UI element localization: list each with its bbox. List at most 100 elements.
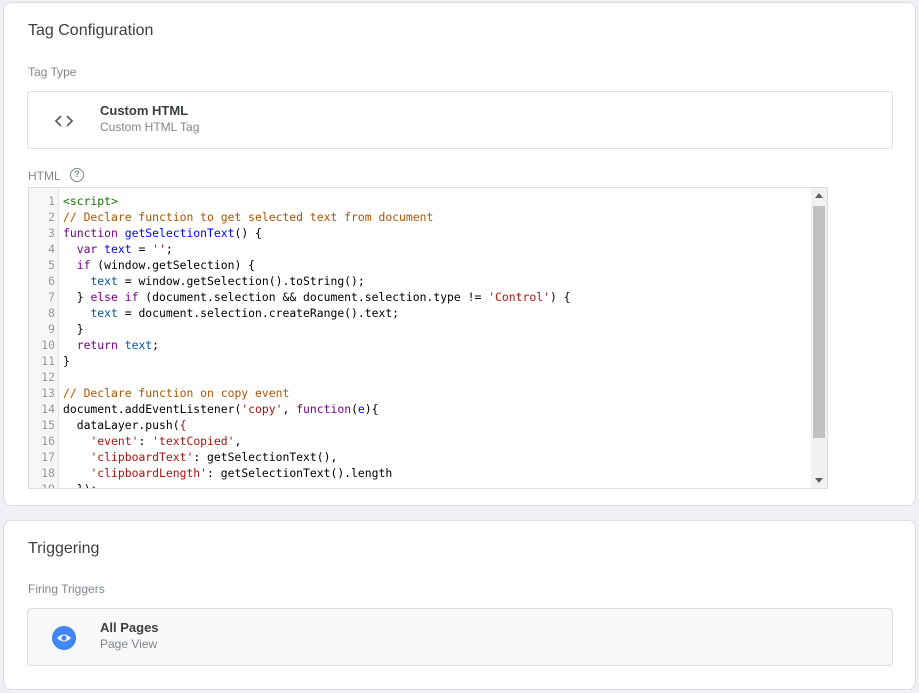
code-token: var <box>76 242 105 256</box>
eye-icon <box>52 626 76 650</box>
scrollbar-thumb[interactable] <box>813 206 825 438</box>
code-token: 'Control' <box>488 290 550 304</box>
code-token: : <box>138 434 153 448</box>
code-line[interactable]: 1 <script> <box>29 193 812 209</box>
help-circle-icon[interactable]: ? <box>70 168 84 182</box>
code-brackets-icon <box>54 115 74 127</box>
code-token: text <box>90 306 118 320</box>
code-line[interactable]: 18 'clipboardLength': getSelectionText()… <box>29 465 812 481</box>
line-number: 8 <box>48 306 55 320</box>
code-token: function <box>296 402 352 416</box>
code-line[interactable]: 10 return text; <box>29 337 812 353</box>
code-line[interactable]: 12 <box>29 369 812 385</box>
code-line[interactable]: 11} <box>29 353 812 369</box>
code-token: // Declare function to get selected text… <box>63 210 434 224</box>
tag-type-name: Custom HTML <box>100 103 189 118</box>
tag-type-description: Custom HTML Tag <box>100 120 200 134</box>
line-number: 7 <box>48 290 55 304</box>
scroll-up-icon[interactable] <box>815 193 823 198</box>
editor-scrollbar[interactable] <box>811 188 827 488</box>
code-token: // Declare function on copy event <box>63 386 290 400</box>
tag-type-label: Tag Type <box>28 65 77 79</box>
code-line[interactable]: 17 'clipboardText': getSelectionText(), <box>29 449 812 465</box>
code-line[interactable]: 6 text = window.getSelection().toString(… <box>29 273 812 289</box>
code-token: , <box>282 402 297 416</box>
code-token: function <box>63 226 125 240</box>
scroll-down-icon[interactable] <box>815 478 823 483</box>
code-token: = document.selection.createRange().text; <box>117 306 400 320</box>
code-line[interactable]: 16 'event': 'textCopied', <box>29 433 812 449</box>
code-token: ; <box>152 338 160 352</box>
code-line[interactable]: 4 var text = ''; <box>29 241 812 257</box>
code-token: () { <box>234 226 262 240</box>
trigger-all-pages[interactable]: All Pages Page View <box>27 608 893 666</box>
code-token: 'clipboardText' <box>90 450 194 464</box>
code-token: , <box>234 434 242 448</box>
code-lines[interactable]: 1 <script> 2 // Declare function to get sel… <box>29 193 812 489</box>
code-token: return <box>76 338 125 352</box>
code-line[interactable]: 2 // Declare function to get selected tex… <box>29 209 812 225</box>
line-number: 12 <box>41 370 55 384</box>
line-number: 16 <box>41 434 55 448</box>
code-token: text <box>90 274 118 288</box>
code-line[interactable]: 9 } <box>29 321 812 337</box>
code-token: 'copy' <box>241 402 283 416</box>
code-token: 'event' <box>90 434 139 448</box>
code-token: text <box>104 242 132 256</box>
code-line[interactable]: 5 if (window.getSelection) { <box>29 257 812 273</box>
line-number: 3 <box>48 226 55 240</box>
tag-type-selector[interactable]: Custom HTML Custom HTML Tag <box>27 91 893 149</box>
code-token: (document.selection && document.selectio… <box>138 290 489 304</box>
html-label: HTML <box>28 169 61 183</box>
line-number: 18 <box>41 466 55 480</box>
code-token: } <box>63 290 91 304</box>
line-number: 15 <box>41 418 55 432</box>
code-token: } <box>63 322 84 336</box>
code-token: else if <box>90 290 139 304</box>
tag-configuration-card: Tag Configuration Tag Type Custom HTML C… <box>3 2 916 506</box>
code-token: 'clipboardLength' <box>90 466 208 480</box>
line-number: 9 <box>48 322 55 336</box>
code-token: if <box>76 258 91 272</box>
html-code-editor[interactable]: 1 <script> 2 // Declare function to get sel… <box>28 187 828 489</box>
line-number: 1 <box>48 194 55 208</box>
code-token: e <box>357 402 365 416</box>
line-number: 11 <box>41 354 55 368</box>
line-number: 14 <box>41 402 55 416</box>
code-token: } <box>63 354 70 368</box>
line-number: 10 <box>41 338 55 352</box>
code-token: getSelectionText <box>124 226 235 240</box>
trigger-description: Page View <box>100 637 158 651</box>
code-token: <script> <box>63 194 118 208</box>
firing-triggers-label: Firing Triggers <box>28 582 105 596</box>
code-token: ( <box>351 402 358 416</box>
trigger-name: All Pages <box>100 620 159 635</box>
code-token: }); <box>63 482 98 489</box>
code-token: dataLayer.push( <box>63 418 180 432</box>
code-line[interactable]: 7 } else if (document.selection && docum… <box>29 289 812 305</box>
line-number: 17 <box>41 450 55 464</box>
code-token: = window.getSelection().toString(); <box>117 274 365 288</box>
code-token: (window.getSelection) { <box>90 258 256 272</box>
code-token: : getSelectionText().length <box>207 466 393 480</box>
code-token: : getSelectionText(), <box>193 450 338 464</box>
line-number: 19 <box>41 482 55 489</box>
code-token: { <box>179 418 187 432</box>
code-line[interactable]: 3 function getSelectionText() { <box>29 225 812 241</box>
code-line[interactable]: 15 dataLayer.push({ <box>29 417 812 433</box>
triggering-title: Triggering <box>28 540 100 557</box>
code-line[interactable]: 13 // Declare function on copy event <box>29 385 812 401</box>
code-line[interactable]: 14 document.addEventListener('copy', func… <box>29 401 812 417</box>
code-line[interactable]: 8 text = document.selection.createRange(… <box>29 305 812 321</box>
triggering-card: Triggering Firing Triggers All Pages Pag… <box>3 520 916 690</box>
code-line[interactable]: 19 }); <box>29 481 812 489</box>
line-number: 5 <box>48 258 55 272</box>
code-token: '' <box>152 242 166 256</box>
line-number: 6 <box>48 274 55 288</box>
